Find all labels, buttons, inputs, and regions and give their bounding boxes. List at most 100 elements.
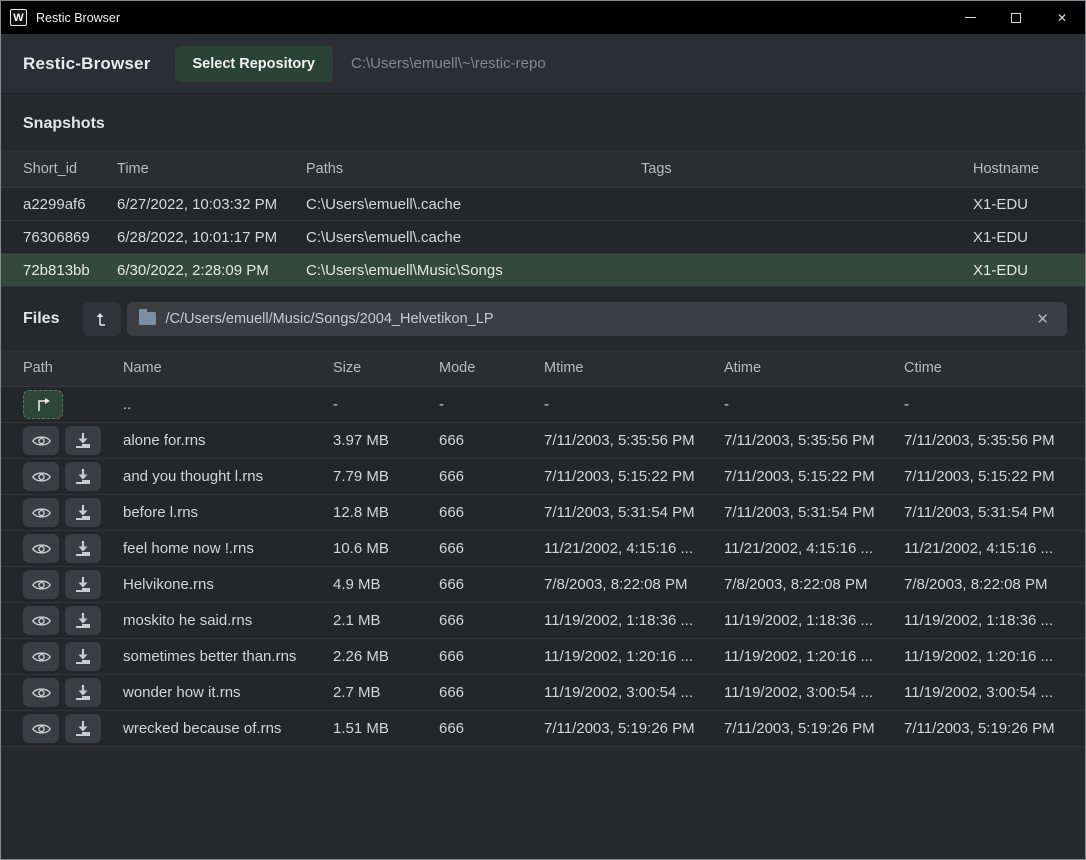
file-name: sometimes better than.rns [123,648,333,665]
file-size: 2.26 MB [333,648,439,665]
view-file-button[interactable] [23,642,59,671]
col-time: Time [117,161,306,177]
download-file-button[interactable] [65,714,101,743]
snapshot-paths: C:\Users\emuell\Music\Songs [306,262,641,279]
file-ctime: 7/11/2003, 5:15:22 PM [904,468,1063,485]
view-file-button[interactable] [23,534,59,563]
download-file-button[interactable] [65,534,101,563]
download-file-button[interactable] [65,498,101,527]
current-path-box[interactable]: /C/Users/emuell/Music/Songs/2004_Helveti… [127,302,1067,336]
view-file-button[interactable] [23,678,59,707]
download-icon [75,541,91,556]
eye-icon [32,722,51,736]
go-root-button[interactable] [83,302,121,336]
file-size: - [333,396,439,413]
file-size: 12.8 MB [333,504,439,521]
snapshots-table-header: Short_id Time Paths Tags Hostname [1,150,1085,188]
close-icon: ✕ [1057,11,1067,25]
file-mode: 666 [439,612,544,629]
file-mode: 666 [439,684,544,701]
eye-icon [32,650,51,664]
download-file-button[interactable] [65,426,101,455]
snapshot-time: 6/30/2022, 2:28:09 PM [117,262,306,279]
view-file-button[interactable] [23,714,59,743]
snapshot-paths: C:\Users\emuell\.cache [306,196,641,213]
download-icon [75,469,91,484]
snapshot-hostname: X1-EDU [973,229,1063,246]
file-name: .. [123,396,333,413]
snapshot-row-selected[interactable]: 72b813bb 6/30/2022, 2:28:09 PM C:\Users\… [1,254,1085,287]
file-atime: 7/8/2003, 8:22:08 PM [724,576,904,593]
file-mode: 666 [439,540,544,557]
file-mtime: 7/11/2003, 5:31:54 PM [544,504,724,521]
view-file-button[interactable] [23,426,59,455]
col-ctime: Ctime [904,360,1063,376]
download-file-button[interactable] [65,606,101,635]
eye-icon [32,470,51,484]
download-file-button[interactable] [65,678,101,707]
view-file-button[interactable] [23,462,59,491]
col-path: Path [23,360,123,376]
snapshot-hostname: X1-EDU [973,196,1063,213]
file-size: 3.97 MB [333,432,439,449]
view-file-button[interactable] [23,570,59,599]
file-row: wonder how it.rns 2.7 MB 666 11/19/2002,… [1,675,1085,711]
file-atime: 7/11/2003, 5:31:54 PM [724,504,904,521]
col-mode: Mode [439,360,544,376]
file-size: 2.7 MB [333,684,439,701]
download-icon [75,649,91,664]
download-file-button[interactable] [65,642,101,671]
go-up-button[interactable] [23,390,63,419]
eye-icon [32,506,51,520]
file-name: before l.rns [123,504,333,521]
parent-dir-row[interactable]: .. - - - - - [1,387,1085,423]
col-short-id: Short_id [23,161,117,177]
download-icon [75,613,91,628]
content-filler [1,747,1085,859]
view-file-button[interactable] [23,606,59,635]
file-ctime: 7/11/2003, 5:19:26 PM [904,720,1063,737]
file-atime: 7/11/2003, 5:19:26 PM [724,720,904,737]
snapshot-row[interactable]: a2299af6 6/27/2022, 10:03:32 PM C:\Users… [1,188,1085,221]
eye-icon [32,578,51,592]
file-mtime: 11/19/2002, 3:00:54 ... [544,684,724,701]
download-icon [75,433,91,448]
file-row: Helvikone.rns 4.9 MB 666 7/8/2003, 8:22:… [1,567,1085,603]
minimize-button[interactable] [947,1,993,34]
minimize-icon [965,17,976,18]
download-icon [75,721,91,736]
download-file-button[interactable] [65,570,101,599]
snapshot-short-id: a2299af6 [23,196,117,213]
col-mtime: Mtime [544,360,724,376]
current-path-text: /C/Users/emuell/Music/Songs/2004_Helveti… [165,311,1030,327]
file-mode: 666 [439,576,544,593]
file-mtime: 11/19/2002, 1:18:36 ... [544,612,724,629]
file-atime: 7/11/2003, 5:15:22 PM [724,468,904,485]
file-mtime: 7/11/2003, 5:35:56 PM [544,432,724,449]
files-table-header: Path Name Size Mode Mtime Atime Ctime [1,350,1085,387]
view-file-button[interactable] [23,498,59,527]
window-title: Restic Browser [36,11,120,25]
download-file-button[interactable] [65,462,101,491]
snapshot-paths: C:\Users\emuell\.cache [306,229,641,246]
download-icon [75,577,91,592]
select-repository-button[interactable]: Select Repository [175,46,334,82]
file-mtime: 7/11/2003, 5:15:22 PM [544,468,724,485]
file-ctime: 11/19/2002, 1:20:16 ... [904,648,1063,665]
file-name: alone for.rns [123,432,333,449]
maximize-button[interactable] [993,1,1039,34]
snapshot-short-id: 76306869 [23,229,117,246]
file-row: before l.rns 12.8 MB 666 7/11/2003, 5:31… [1,495,1085,531]
files-title: Files [23,310,59,328]
file-size: 2.1 MB [333,612,439,629]
file-row: wrecked because of.rns 1.51 MB 666 7/11/… [1,711,1085,747]
file-atime: 11/19/2002, 1:20:16 ... [724,648,904,665]
file-size: 7.79 MB [333,468,439,485]
file-mode: 666 [439,504,544,521]
window-controls: ✕ [947,1,1085,34]
close-button[interactable]: ✕ [1039,1,1085,34]
snapshot-row[interactable]: 76306869 6/28/2022, 10:01:17 PM C:\Users… [1,221,1085,254]
clear-path-button[interactable]: ✕ [1030,308,1055,330]
file-atime: 11/21/2002, 4:15:16 ... [724,540,904,557]
eye-icon [32,686,51,700]
